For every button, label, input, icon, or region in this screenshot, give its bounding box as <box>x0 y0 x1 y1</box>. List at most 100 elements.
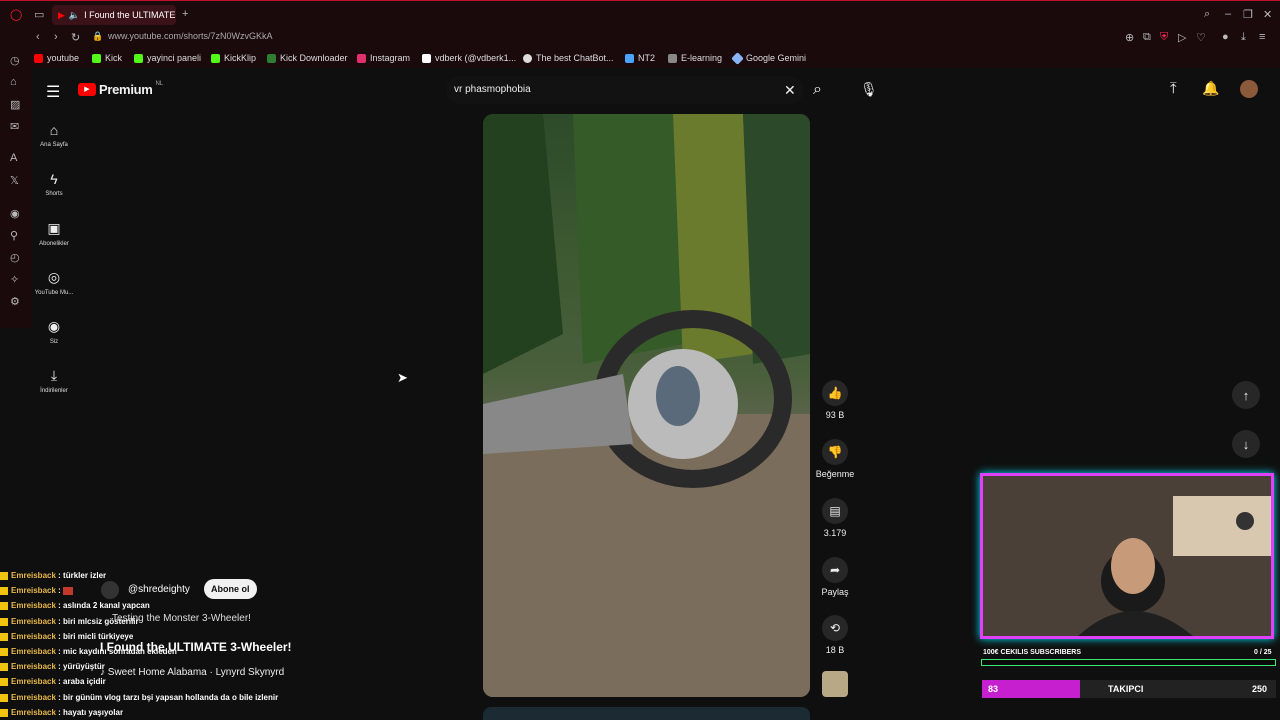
you-icon: ◉ <box>47 318 61 334</box>
tab-title: I Found the ULTIMATE <box>84 10 176 20</box>
download-icon[interactable]: ⤓ <box>1241 31 1246 44</box>
stream-chat-overlay: Emreisback : türkler izler Emreisback : … <box>0 568 300 720</box>
badge-icon <box>0 602 8 611</box>
bookmark-chatbot[interactable]: The best ChatBot... <box>523 53 614 63</box>
chat-message: Emreisback : biri mlcsiz gösterilir <box>0 614 300 629</box>
pinboard-icon[interactable]: ⚲ <box>10 229 18 242</box>
kick-icon <box>211 53 220 63</box>
x-twitter-icon[interactable]: 𝕏 <box>10 174 19 187</box>
comment-icon: ▤ <box>822 498 848 524</box>
extensions-icon[interactable]: ✧ <box>10 273 19 286</box>
next-short-button[interactable]: ↓ <box>1232 430 1260 458</box>
search-icon[interactable]: ⌕ <box>813 81 822 99</box>
home-icon: ⌂ <box>49 122 59 138</box>
document-icon <box>668 53 677 63</box>
search-input[interactable]: vr phasmophobia <box>454 84 531 95</box>
heart-icon[interactable]: ♡ <box>1196 31 1206 44</box>
maximize-icon[interactable]: ❐ <box>1243 8 1253 21</box>
bookmark-kick-downloader[interactable]: Kick Downloader <box>267 53 348 63</box>
followers-label: TAKIPCI <box>1108 684 1144 694</box>
play-icon[interactable]: ▷ <box>1178 31 1186 44</box>
sidebar-item-you[interactable]: ◉ Siz <box>30 318 78 345</box>
ai-icon[interactable]: ⌂ <box>10 76 17 88</box>
menu-icon[interactable]: ≡ <box>1259 31 1265 43</box>
tab-menu-icon[interactable]: ▭ <box>34 8 44 21</box>
bookmark-yayinci-paneli[interactable]: yayinci paneli <box>134 53 201 63</box>
clock-icon[interactable]: ◴ <box>10 251 20 264</box>
badge-icon <box>0 571 8 580</box>
music-thumbnail[interactable] <box>822 671 848 697</box>
pin-icon[interactable]: ⊕ <box>1125 31 1134 44</box>
bookmark-youtube[interactable]: youtube <box>34 53 79 63</box>
account-avatar[interactable] <box>1240 80 1258 98</box>
snapshot-icon[interactable]: ⧉ <box>1143 31 1151 44</box>
badge-icon <box>0 693 8 702</box>
chat-message: Emreisback : hayatı yaşıyolar <box>0 705 300 720</box>
minimize-icon[interactable]: – <box>1225 8 1231 20</box>
subs-goal-label: 100€ CEKILIS SUBSCRIBERS <box>983 649 1082 656</box>
badge-icon <box>0 708 8 717</box>
upload-icon[interactable]: ⤒ <box>1170 80 1177 97</box>
like-button[interactable]: 👍 93 B <box>815 380 855 420</box>
sidebar-item-music[interactable]: ◎ YouTube Mu... <box>30 269 78 296</box>
next-short-preview[interactable] <box>483 707 810 720</box>
shield-icon[interactable]: ⛨ <box>1160 31 1168 44</box>
sidebar-item-subscriptions[interactable]: ▣ Abonelikler <box>30 220 78 247</box>
subscriptions-icon: ▣ <box>47 220 61 236</box>
thumbs-up-icon: 👍 <box>822 380 848 406</box>
speaker-icon[interactable]: 🔈 <box>69 10 80 21</box>
badge-icon <box>0 663 8 672</box>
clear-search-icon[interactable]: ✕ <box>784 82 796 99</box>
bookmark-nt2[interactable]: NT2 <box>625 53 655 63</box>
reload-icon[interactable]: ↻ <box>71 31 80 44</box>
notifications-bell-icon[interactable]: 🔔 <box>1202 80 1219 97</box>
youtube-premium-logo[interactable]: ▶ Premium NL <box>78 81 163 97</box>
video-frame-image <box>483 114 810 697</box>
followers-goal: 250 <box>1252 684 1268 694</box>
bookmark-tiktok[interactable]: vdberk (@vdberk1... <box>422 53 516 63</box>
back-icon[interactable]: ‹ <box>36 31 40 43</box>
player-icon[interactable]: ◉ <box>10 207 20 220</box>
tab-youtube-short[interactable]: ▶ 🔈 I Found the ULTIMATE <box>52 5 176 25</box>
history-icon[interactable]: ◷ <box>10 54 20 67</box>
bookmark-elearning[interactable]: E-learning <box>668 53 722 63</box>
webcam-feed-image <box>983 476 1271 636</box>
youtube-tab-icon: ▶ <box>58 9 65 20</box>
aria-icon[interactable]: A <box>10 152 17 164</box>
previous-short-button[interactable]: ↑ <box>1232 381 1260 409</box>
chat-message: Emreisback : araba içidir <box>0 674 300 689</box>
gemini-icon <box>731 51 744 65</box>
url-field[interactable]: www.youtube.com/shorts/7zN0WzvGKkA <box>108 31 273 41</box>
address-bar: ‹ › ↻ 🔒 www.youtube.com/shorts/7zN0WzvGK… <box>0 28 1280 48</box>
new-tab-icon[interactable]: + <box>182 8 188 20</box>
mail-icon[interactable]: ✉ <box>10 120 19 133</box>
comments-button[interactable]: ▤ 3.179 <box>815 498 855 538</box>
bookmark-gemini[interactable]: Google Gemini <box>731 51 806 65</box>
bookmark-kick[interactable]: Kick <box>92 53 122 63</box>
instagram-icon <box>357 53 366 63</box>
bookmark-kickklip[interactable]: KickKlip <box>211 53 256 63</box>
settings-icon[interactable]: ⚙ <box>10 295 20 308</box>
search-tabs-icon[interactable]: ⌕ <box>1204 8 1210 21</box>
opera-logo-icon[interactable]: ◯ <box>10 8 22 21</box>
chat-message: Emreisback : biri micli türkiyeye <box>0 629 300 644</box>
short-video-player[interactable] <box>483 114 810 697</box>
close-window-icon[interactable]: ✕ <box>1263 8 1272 21</box>
kick-icon <box>92 53 101 63</box>
forward-icon[interactable]: › <box>54 31 58 43</box>
microphone-icon[interactable]: 🎙 <box>860 81 878 98</box>
hamburger-menu-icon[interactable]: ☰ <box>46 82 60 102</box>
remix-button[interactable]: ⟲ 18 B <box>815 615 855 655</box>
shorts-icon: ϟ <box>50 171 58 187</box>
profile-avatar-icon[interactable]: ● <box>1222 31 1229 43</box>
share-button[interactable]: ➦ Paylaş <box>815 557 855 597</box>
lock-icon: 🔒 <box>92 31 104 41</box>
subs-goal-progress-bar <box>981 659 1276 666</box>
bookmark-instagram[interactable]: Instagram <box>357 53 410 63</box>
youtube-logo-icon: ▶ <box>78 83 96 96</box>
sidebar-item-home[interactable]: ⌂ Ana Sayfa <box>30 122 78 148</box>
dislike-button[interactable]: 👎 Beğenme <box>815 439 855 479</box>
sidebar-item-downloads[interactable]: ⤓ İndirilenler <box>30 367 78 394</box>
sidebar-item-shorts[interactable]: ϟ Shorts <box>30 171 78 197</box>
gallery-icon[interactable]: ▨ <box>10 98 20 111</box>
